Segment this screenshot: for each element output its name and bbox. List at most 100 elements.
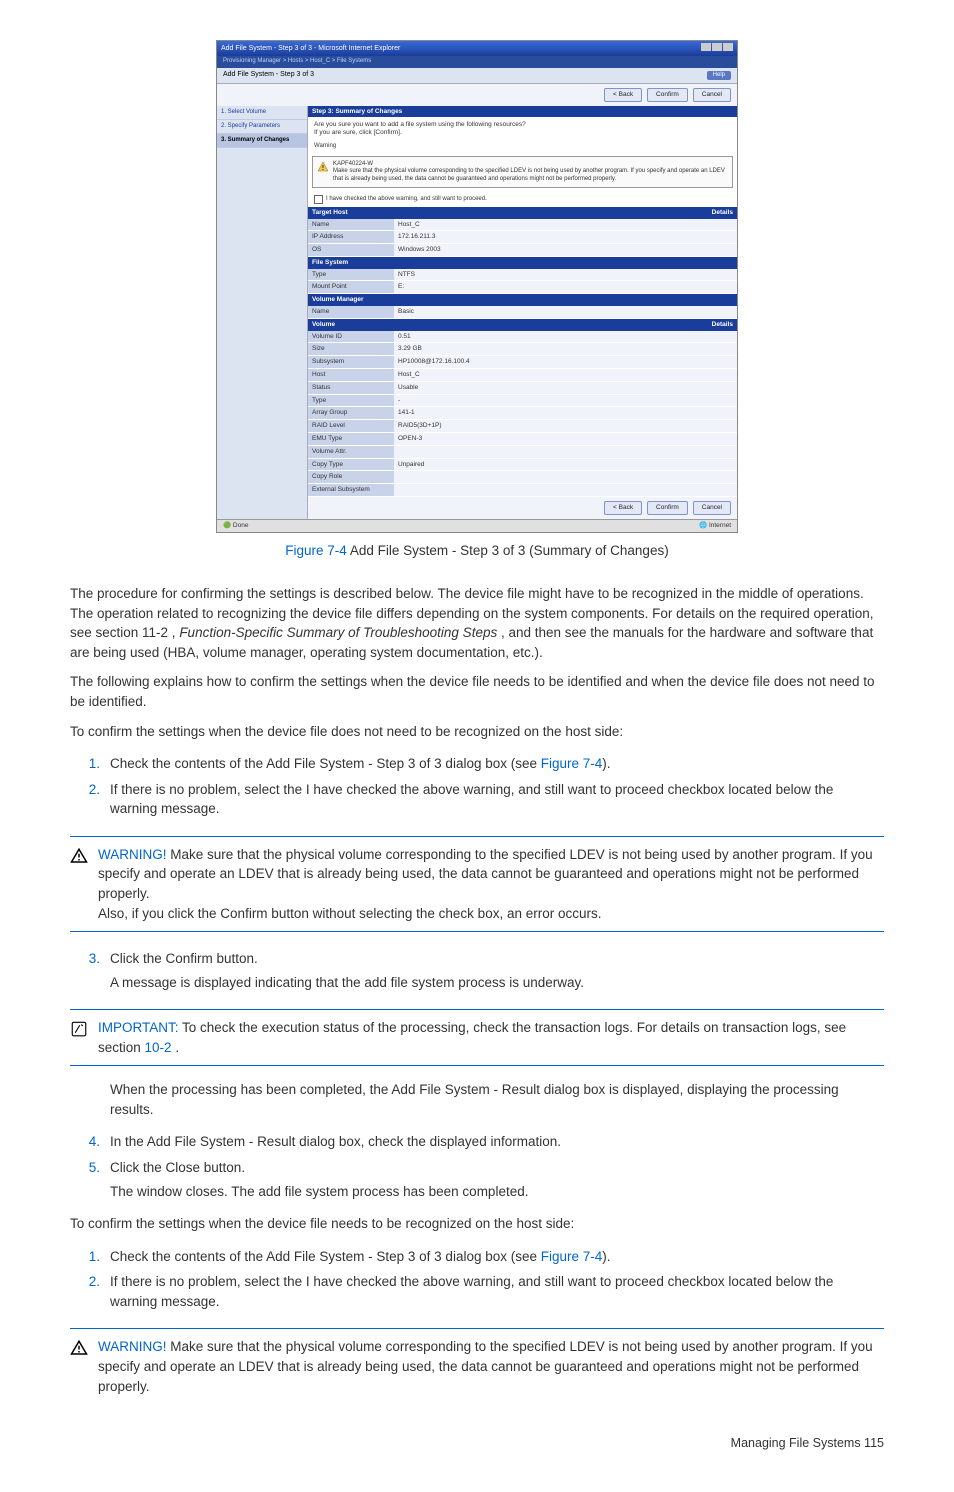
steps-list-c: 4. In the Add File System - Result dialo… [70, 1129, 884, 1204]
table-row: Copy Role [308, 471, 737, 484]
table-row: NameHost_C [308, 219, 737, 231]
table-row: NameBasic [308, 306, 737, 318]
table-row: Mount PointE: [308, 281, 737, 294]
step-d2: 2. If there is no problem, select the I … [110, 1269, 884, 1314]
steps-list-a: 1. Check the contents of the Add File Sy… [70, 751, 884, 822]
table-row: EMU TypeOPEN-3 [308, 433, 737, 446]
warning-text: Make sure that the physical volume corre… [98, 847, 873, 901]
paragraph-explain: The following explains how to confirm th… [70, 672, 884, 711]
nav-step-2[interactable]: 2. Specify Parameters [217, 120, 307, 134]
table-row: Array Group141-1 [308, 407, 737, 420]
important-label: IMPORTANT: [98, 1020, 179, 1035]
warning-icon [70, 1337, 88, 1396]
figure-title: Add File System - Step 3 of 3 (Summary o… [347, 543, 669, 558]
warning-label: WARNING! [98, 847, 167, 862]
section-header: Step 3: Summary of Changes [308, 106, 737, 118]
step-c4: 4. In the Add File System - Result dialo… [110, 1129, 884, 1155]
table-row: Size3.29 GB [308, 343, 737, 356]
details-link-2[interactable]: Details [712, 321, 733, 329]
table-row: Copy TypeUnpaired [308, 458, 737, 471]
step-b3: 3. Click the Confirm button. A message i… [110, 946, 884, 995]
page-footer: Managing File Systems 115 [70, 1434, 884, 1452]
section-title: Step 3: Summary of Changes [312, 108, 402, 116]
table-row: Volume ID0.51 [308, 331, 737, 343]
step-d1: 1. Check the contents of the Add File Sy… [110, 1244, 884, 1270]
target-host-header: Target Host Details [308, 207, 737, 219]
step-a1: 1. Check the contents of the Add File Sy… [110, 751, 884, 777]
proceed-checkbox[interactable] [314, 195, 323, 204]
top-button-row: < Back Confirm Cancel [217, 84, 737, 106]
important-callout: IMPORTANT: To check the execution status… [70, 1009, 884, 1066]
section-link[interactable]: 10-2 [145, 1040, 172, 1055]
warning-icon [70, 845, 88, 923]
table-row: RAID LevelRAID5(3D+1P) [308, 420, 737, 433]
wizard-subheader: Add File System - Step 3 of 3 Help [217, 68, 737, 84]
figure-caption: Figure 7-4 Add File System - Step 3 of 3… [70, 541, 884, 561]
dialog-screenshot: Add File System - Step 3 of 3 - Microsof… [216, 40, 738, 533]
wizard-nav: 1. Select Volume 2. Specify Parameters 3… [217, 106, 308, 519]
warning-text: KAPF40224-W Make sure that the physical … [333, 161, 728, 183]
figure-link-2[interactable]: Figure 7-4 [541, 1249, 603, 1264]
bottom-button-row: < Back Confirm Cancel [308, 497, 737, 519]
nav-step-3[interactable]: 3. Summary of Changes [217, 134, 307, 148]
volume-header: Volume Details [308, 319, 737, 331]
window-titlebar: Add File System - Step 3 of 3 - Microsof… [217, 41, 737, 56]
table-row: External Subsystem [308, 484, 737, 497]
table-row: Type- [308, 394, 737, 407]
table-row: Volume Attr. [308, 445, 737, 458]
nav-step-1[interactable]: 1. Select Volume [217, 106, 307, 120]
warning-text-2: Also, if you click the Confirm button wi… [98, 904, 884, 924]
confirm-button[interactable]: Confirm [647, 88, 688, 102]
confirm-button-2[interactable]: Confirm [647, 501, 688, 515]
table-row: IP Address172.16.211.3 [308, 231, 737, 244]
status-internet: 🌐 Internet [699, 522, 731, 530]
file-system-table: TypeNTFSMount PointE: [308, 269, 737, 295]
warning-box: KAPF40224-W Make sure that the physical … [312, 156, 733, 188]
table-row: OSWindows 2003 [308, 244, 737, 257]
confirm-question: Are you sure you want to add a file syst… [308, 117, 737, 141]
table-row: StatusUsable [308, 381, 737, 394]
cancel-button-2[interactable]: Cancel [693, 501, 731, 515]
step-c5: 5. Click the Close button. The window cl… [110, 1155, 884, 1204]
table-row: SubsystemHP10008@172.16.100.4 [308, 356, 737, 369]
steps-list-b: 3. Click the Confirm button. A message i… [70, 946, 884, 995]
important-icon [70, 1018, 88, 1057]
warning-text: Make sure that the physical volume corre… [98, 1339, 873, 1393]
step-a2: 2. If there is no problem, select the I … [110, 777, 884, 822]
back-button[interactable]: < Back [604, 88, 642, 102]
figure-link[interactable]: Figure 7-4 [541, 756, 603, 771]
warning-label: WARNING! [98, 1339, 167, 1354]
volume-table: Volume ID0.51Size3.29 GBSubsystemHP10008… [308, 331, 737, 497]
xref-troubleshooting: Function-Specific Summary of Troubleshoo… [179, 625, 497, 640]
steps-list-d: 1. Check the contents of the Add File Sy… [70, 1244, 884, 1315]
warning-code: KAPF40224-W [333, 161, 728, 168]
help-button[interactable]: Help [707, 71, 731, 80]
target-host-table: NameHost_CIP Address172.16.211.3OSWindow… [308, 219, 737, 257]
window-title: Add File System - Step 3 of 3 - Microsof… [221, 45, 400, 53]
file-system-header: File System [308, 257, 737, 269]
warning-label: Warning [308, 141, 737, 152]
warning-callout-1: WARNING! Make sure that the physical vol… [70, 836, 884, 932]
table-row: HostHost_C [308, 369, 737, 382]
back-button-2[interactable]: < Back [604, 501, 642, 515]
browser-statusbar: 🟢 Done 🌐 Internet [217, 519, 737, 532]
paragraph-case2: To confirm the settings when the device … [70, 1214, 884, 1234]
volume-manager-header: Volume Manager [308, 294, 737, 306]
warning-callout-2: WARNING! Make sure that the physical vol… [70, 1328, 884, 1404]
window-controls [700, 43, 733, 54]
paragraph-case1: To confirm the settings when the device … [70, 722, 884, 742]
paragraph-result: When the processing has been completed, … [70, 1080, 884, 1119]
table-row: TypeNTFS [308, 269, 737, 281]
breadcrumb: Provisioning Manager > Hosts > Host_C > … [217, 56, 737, 67]
volume-manager-table: NameBasic [308, 306, 737, 319]
wizard-content: Step 3: Summary of Changes Are you sure … [308, 106, 737, 519]
proceed-checkbox-label: I have checked the above warning, and st… [326, 196, 487, 203]
warning-body: Make sure that the physical volume corre… [333, 168, 728, 182]
warning-icon [317, 161, 329, 173]
status-done: 🟢 Done [223, 522, 248, 530]
cancel-button[interactable]: Cancel [693, 88, 731, 102]
wizard-step-label: Add File System - Step 3 of 3 [223, 71, 314, 79]
paragraph-intro: The procedure for confirming the setting… [70, 584, 884, 662]
figure-number: Figure 7-4 [285, 543, 347, 558]
details-link[interactable]: Details [712, 209, 733, 217]
